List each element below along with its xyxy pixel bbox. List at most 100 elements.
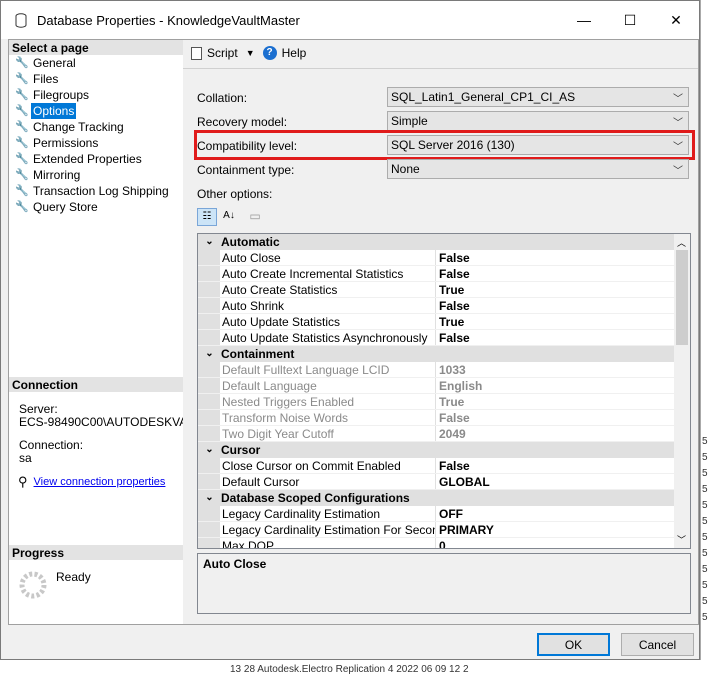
- grid-scrollbar[interactable]: ︿ ﹀: [674, 234, 690, 548]
- view-connection-properties[interactable]: ⚲ View connection properties: [18, 474, 165, 490]
- grid-property-value[interactable]: 2049: [436, 426, 466, 441]
- grid-property-name: Nested Triggers Enabled: [220, 394, 436, 409]
- background-digit: 5: [702, 612, 708, 623]
- categorized-icon[interactable]: ☷: [197, 208, 217, 226]
- close-icon: ✕: [670, 11, 682, 28]
- grid-property-row[interactable]: Auto Shrink False: [198, 298, 674, 314]
- collapse-icon[interactable]: ⌄: [198, 442, 221, 458]
- background-digit: 5: [702, 580, 708, 591]
- page-item-label: Options: [31, 103, 77, 119]
- grid-property-row[interactable]: Two Digit Year Cutoff 2049: [198, 426, 674, 442]
- grid-category[interactable]: ⌄ Cursor: [198, 442, 674, 458]
- grid-property-value[interactable]: PRIMARY: [436, 522, 494, 537]
- grid-property-value[interactable]: False: [436, 266, 470, 281]
- grid-property-row[interactable]: Auto Update Statistics Asynchronously Fal…: [198, 330, 674, 346]
- page-item-label: Mirroring: [33, 168, 81, 182]
- help-button[interactable]: ? Help: [262, 46, 306, 60]
- grid-gutter: [198, 506, 220, 521]
- grid-category[interactable]: ⌄ Database Scoped Configurations: [198, 490, 674, 506]
- property-pages-icon[interactable]: ▭: [245, 208, 265, 226]
- grid-property-row[interactable]: Max DOP 0: [198, 538, 674, 548]
- grid-property-value[interactable]: 0: [436, 538, 446, 548]
- grid-property-row[interactable]: Default Language English: [198, 378, 674, 394]
- containment-type-label: Containment type:: [197, 163, 295, 177]
- collapse-icon[interactable]: ⌄: [198, 346, 221, 362]
- view-connection-properties-link[interactable]: View connection properties: [34, 476, 166, 488]
- scroll-up-icon[interactable]: ︿: [677, 236, 686, 249]
- grid-property-value[interactable]: False: [436, 298, 470, 313]
- progress-status: Ready: [56, 570, 91, 584]
- grid-property-value[interactable]: False: [436, 250, 470, 265]
- scroll-thumb[interactable]: [676, 250, 688, 345]
- background-row-fragment: 13 28 Autodesk.Electro Replication 4 202…: [230, 664, 469, 675]
- sort-alphabetical-icon[interactable]: A↓: [219, 208, 239, 226]
- grid-property-row[interactable]: Auto Create Statistics True: [198, 282, 674, 298]
- collapse-icon[interactable]: ⌄: [198, 490, 221, 506]
- scroll-down-icon[interactable]: ﹀: [677, 533, 686, 546]
- page-item-label: Transaction Log Shipping: [33, 184, 169, 198]
- grid-property-value[interactable]: False: [436, 410, 470, 425]
- highlight-annotation: [194, 130, 695, 160]
- server-value: ECS-98490C00\AUTODESKVAULT: [19, 415, 183, 429]
- page-item-transaction-log-shipping[interactable]: 🔧 Transaction Log Shipping: [9, 183, 183, 199]
- maximize-button[interactable]: ☐: [607, 1, 653, 39]
- page-item-label: Query Store: [33, 200, 98, 214]
- grid-property-name: Auto Update Statistics Asynchronously: [220, 330, 436, 345]
- grid-property-row[interactable]: Legacy Cardinality Estimation For Second…: [198, 522, 674, 538]
- background-digit: 5: [702, 596, 708, 607]
- grid-property-row[interactable]: Auto Close False: [198, 250, 674, 266]
- page-item-permissions[interactable]: 🔧 Permissions: [9, 135, 183, 151]
- grid-property-value[interactable]: English: [436, 378, 482, 393]
- grid-property-value[interactable]: GLOBAL: [436, 474, 490, 489]
- collation-dropdown[interactable]: SQL_Latin1_General_CP1_CI_AS ﹀: [387, 87, 689, 107]
- page-item-filegroups[interactable]: 🔧 Filegroups: [9, 87, 183, 103]
- grid-property-row[interactable]: Default Fulltext Language LCID 1033: [198, 362, 674, 378]
- page-item-query-store[interactable]: 🔧 Query Store: [9, 199, 183, 215]
- close-button[interactable]: ✕: [653, 1, 699, 39]
- page-item-general[interactable]: 🔧 General: [9, 55, 183, 71]
- cancel-button[interactable]: Cancel: [621, 633, 694, 656]
- grid-property-name: Default Language: [220, 378, 436, 393]
- collapse-icon[interactable]: ⌄: [198, 234, 221, 250]
- grid-property-value[interactable]: True: [436, 282, 464, 297]
- grid-property-row[interactable]: Legacy Cardinality Estimation OFF: [198, 506, 674, 522]
- containment-type-dropdown[interactable]: None ﹀: [387, 159, 689, 179]
- recovery-model-value: Simple: [391, 114, 428, 128]
- grid-category-label: Database Scoped Configurations: [221, 491, 410, 505]
- grid-property-row[interactable]: Transform Noise Words False: [198, 410, 674, 426]
- grid-property-row[interactable]: Auto Update Statistics True: [198, 314, 674, 330]
- minimize-button[interactable]: —: [561, 1, 607, 39]
- grid-property-value[interactable]: 1033: [436, 362, 466, 377]
- grid-property-value[interactable]: True: [436, 394, 464, 409]
- page-item-change-tracking[interactable]: 🔧 Change Tracking: [9, 119, 183, 135]
- grid-category[interactable]: ⌄ Containment: [198, 346, 674, 362]
- grid-property-name: Auto Close: [220, 250, 436, 265]
- grid-property-value[interactable]: OFF: [436, 506, 463, 521]
- grid-property-row[interactable]: Close Cursor on Commit Enabled False: [198, 458, 674, 474]
- grid-property-name: Transform Noise Words: [220, 410, 436, 425]
- background-digit: 5: [702, 548, 708, 559]
- ok-button[interactable]: OK: [537, 633, 610, 656]
- grid-gutter: [198, 314, 220, 329]
- collation-label: Collation:: [197, 91, 248, 105]
- script-button[interactable]: Script: [191, 46, 238, 60]
- page-item-mirroring[interactable]: 🔧 Mirroring: [9, 167, 183, 183]
- grid-property-row[interactable]: Auto Create Incremental Statistics False: [198, 266, 674, 282]
- page-item-label: Files: [33, 72, 59, 86]
- background-digit: 5: [702, 452, 708, 463]
- recovery-model-dropdown[interactable]: Simple ﹀: [387, 111, 689, 131]
- other-options-label: Other options:: [197, 187, 273, 201]
- grid-property-value[interactable]: True: [436, 314, 464, 329]
- grid-property-row[interactable]: Default Cursor GLOBAL: [198, 474, 674, 490]
- page-item-options[interactable]: 🔧 Options: [9, 103, 183, 119]
- grid-category[interactable]: ⌄ Automatic: [198, 234, 674, 250]
- page-item-extended-properties[interactable]: 🔧 Extended Properties: [9, 151, 183, 167]
- containment-type-value: None: [391, 162, 420, 176]
- description-title: Auto Close: [203, 557, 267, 571]
- grid-property-value[interactable]: False: [436, 330, 470, 345]
- grid-property-value[interactable]: False: [436, 458, 470, 473]
- database-properties-dialog: Database Properties - KnowledgeVaultMast…: [0, 0, 700, 660]
- script-dropdown-icon[interactable]: ▼: [246, 48, 255, 58]
- grid-property-row[interactable]: Nested Triggers Enabled True: [198, 394, 674, 410]
- page-item-files[interactable]: 🔧 Files: [9, 71, 183, 87]
